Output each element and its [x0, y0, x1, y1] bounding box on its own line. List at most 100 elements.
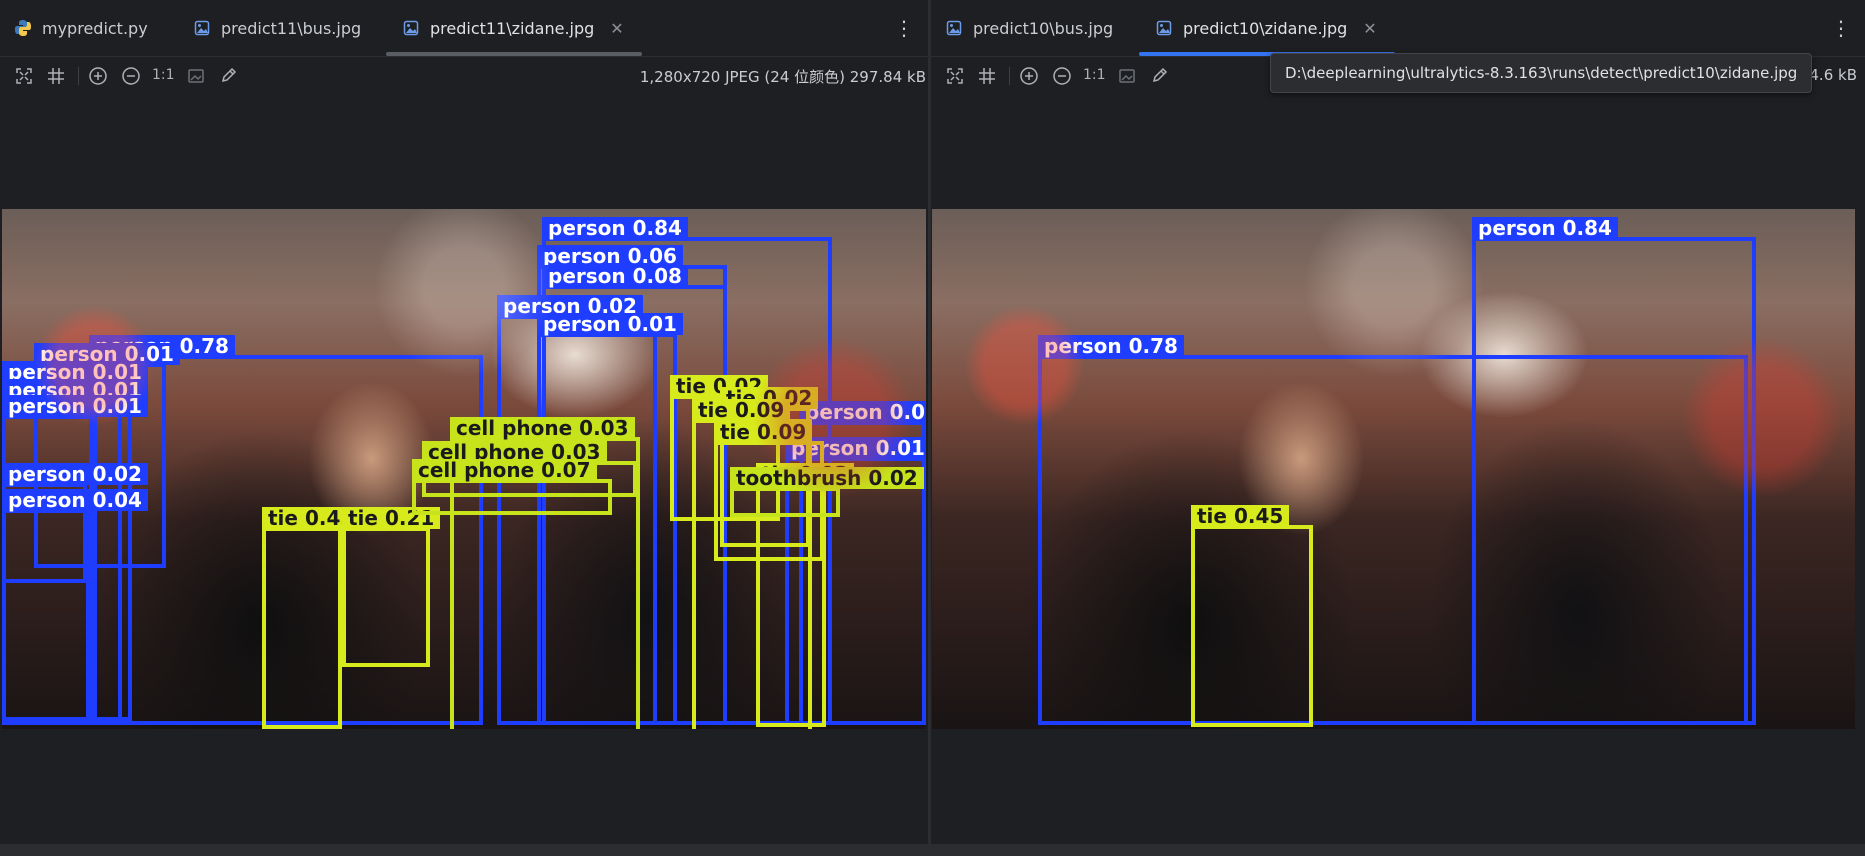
detection-box: tie 0.45: [1191, 505, 1313, 727]
detection-box: person 0.02: [497, 295, 657, 725]
tab-mypredict-py[interactable]: mypredict.py: [14, 0, 148, 56]
detection-box: person 0.01: [2, 379, 148, 724]
status-bar: [0, 844, 1865, 856]
image-file-icon: [402, 19, 420, 37]
detection-box: tie 0.02: [720, 387, 819, 547]
detection-box: person 0.78: [1038, 335, 1748, 725]
detection-box: person 0.78: [89, 335, 483, 725]
color-picker-icon[interactable]: [216, 64, 240, 88]
detection-box: person 0.01: [537, 313, 683, 725]
detection-box: person 0.02: [2, 463, 148, 583]
left-editor-pane: mypredict.py predict11\bus.jpg predict11…: [0, 0, 928, 856]
tab-label: predict10\bus.jpg: [973, 18, 1114, 38]
detection-label: cell phone 0.03: [450, 417, 635, 439]
detection-label: cell phone 0.03: [422, 441, 607, 463]
more-options-icon[interactable]: ⋮: [1831, 14, 1851, 42]
image-file-icon: [945, 19, 963, 37]
more-options-icon[interactable]: ⋮: [894, 14, 914, 42]
tab-predict11-bus[interactable]: predict11\bus.jpg: [193, 0, 361, 56]
detection-box: tie 0.21: [342, 507, 441, 667]
detection-label: tie 0.09: [692, 399, 791, 421]
image-file-icon: [1155, 19, 1173, 37]
detection-label: cell phone 0.07: [412, 459, 597, 481]
detection-box: cell phone 0.07: [412, 459, 612, 515]
detection-box: person 0.84: [1472, 217, 1756, 725]
image-info: 1,280x720 JPEG (24 位颜色) 297.84 kB: [639, 68, 926, 86]
zoom-out-icon[interactable]: [119, 64, 143, 88]
detection-box: person 0.01: [785, 437, 926, 725]
detection-label: person 0.02: [497, 295, 643, 317]
zoom-in-icon[interactable]: [86, 64, 110, 88]
detection-label: person 0.01: [785, 437, 926, 459]
zoom-in-icon[interactable]: [1017, 64, 1041, 88]
fit-to-window-icon[interactable]: [12, 64, 36, 88]
tab-label: predict11\bus.jpg: [221, 18, 362, 38]
detection-box: cell phone 0.03: [422, 441, 637, 497]
detection-label: tie 0.03: [756, 463, 855, 485]
detection-label: tie 0.09: [714, 421, 813, 443]
python-file-icon: [14, 19, 32, 37]
detection-label: person 0.04: [2, 489, 148, 511]
tab-predict10-bus[interactable]: predict10\bus.jpg: [945, 0, 1113, 56]
fit-to-window-icon[interactable]: [943, 64, 967, 88]
detection-label: person 0.02: [2, 463, 148, 485]
actual-size-button[interactable]: 1:1: [152, 67, 175, 83]
tab-label: mypredict.py: [42, 18, 148, 38]
detection-label: person 0.84: [542, 217, 688, 239]
tab-label: predict11\zidane.jpg: [430, 18, 595, 38]
detection-label: person 0.78: [1038, 335, 1184, 357]
detection-label: person 0.06: [537, 245, 683, 267]
tab-predict11-zidane[interactable]: predict11\zidane.jpg ✕: [386, 0, 642, 56]
grid-icon[interactable]: [975, 64, 999, 88]
detection-box: tie 0.09: [714, 421, 824, 561]
detection-label: person 0.78: [89, 335, 235, 357]
detection-box: tie 0.45: [262, 507, 361, 729]
detection-box: person 0.01: [2, 361, 148, 721]
detection-image: person 0.84 person 0.78 tie 0.45: [932, 209, 1855, 729]
detection-box: tie 0.09: [692, 399, 812, 729]
right-tab-bar: predict10\bus.jpg predict10\zidane.jpg ✕…: [931, 0, 1865, 57]
actual-size-button[interactable]: 1:1: [1083, 67, 1106, 83]
detection-label: tie 0.45: [1191, 505, 1290, 527]
file-path-tooltip: D:\deeplearning\ultralytics-8.3.163\runs…: [1270, 53, 1813, 93]
left-tab-bar: mypredict.py predict11\bus.jpg predict11…: [0, 0, 928, 57]
detection-label: tie 0.45: [262, 507, 361, 529]
detection-label: person 0.08: [542, 265, 688, 287]
image-file-icon: [193, 19, 211, 37]
right-editor-pane: predict10\bus.jpg predict10\zidane.jpg ✕…: [931, 0, 1865, 856]
detection-label: tie 0.02: [670, 375, 769, 397]
detection-image: person 0.84 person 0.06 person 0.08 pers…: [2, 209, 926, 729]
detection-label: person 0.01: [537, 313, 683, 335]
detection-box: tie 0.02: [670, 375, 780, 521]
close-icon[interactable]: ✕: [610, 19, 623, 38]
detection-box: tie 0.03: [756, 463, 855, 727]
tab-predict10-zidane[interactable]: predict10\zidane.jpg ✕: [1139, 0, 1395, 56]
close-icon[interactable]: ✕: [1363, 19, 1376, 38]
detection-label: toothbrush 0.02: [730, 467, 924, 489]
detection-label: person 0.01: [34, 343, 180, 365]
detection-box: person 0.84: [542, 217, 832, 725]
detection-box: cell phone 0.03: [450, 417, 640, 729]
detection-label: person 0.84: [1472, 217, 1618, 239]
detection-box: person 0.06: [537, 245, 727, 725]
background-toggle-icon[interactable]: [1115, 64, 1139, 88]
detection-box: person 0.01: [34, 343, 180, 568]
detection-label: person 0.01: [2, 361, 148, 383]
detection-label: person 0.01: [2, 379, 148, 401]
detection-box: person 0.03: [799, 401, 926, 725]
detection-box: person 0.04: [2, 489, 148, 724]
detection-label: tie 0.21: [342, 507, 441, 529]
zoom-out-icon[interactable]: [1050, 64, 1074, 88]
toolbar-divider: [78, 67, 79, 85]
detection-label: tie 0.02: [720, 387, 819, 409]
detection-label: person 0.01: [2, 395, 148, 417]
color-picker-icon[interactable]: [1147, 64, 1171, 88]
detection-box: person 0.08: [542, 265, 727, 725]
detection-box: toothbrush 0.02: [730, 467, 924, 517]
background-toggle-icon[interactable]: [184, 64, 208, 88]
grid-icon[interactable]: [44, 64, 68, 88]
detection-box: person 0.01: [2, 395, 148, 725]
tab-label: predict10\zidane.jpg: [1183, 18, 1348, 38]
detection-label: person 0.03: [799, 401, 926, 423]
toolbar-divider: [1009, 67, 1010, 85]
